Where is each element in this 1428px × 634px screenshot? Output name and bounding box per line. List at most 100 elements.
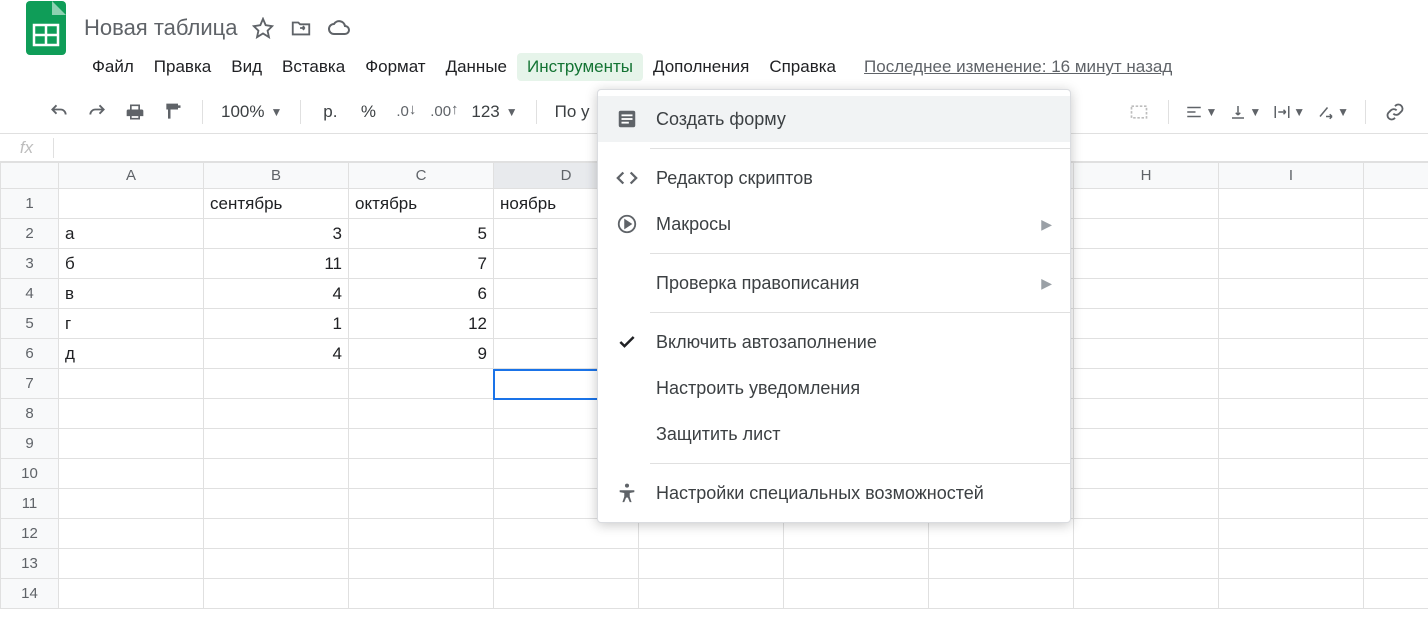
cell[interactable]: б [59,249,204,279]
cell[interactable] [1364,249,1428,279]
cell[interactable] [1074,399,1219,429]
cell[interactable] [349,369,494,399]
cell[interactable] [929,549,1074,579]
cell[interactable] [494,549,639,579]
cell[interactable] [639,579,784,609]
cell[interactable] [929,519,1074,549]
cell[interactable] [204,369,349,399]
cell[interactable] [1074,519,1219,549]
cell[interactable] [1219,579,1364,609]
menuitem-notifications[interactable]: Настроить уведомления [598,365,1070,411]
cell[interactable] [204,579,349,609]
rowhead[interactable]: 8 [1,399,59,429]
number-format-select[interactable]: 123▼ [465,102,523,122]
cell[interactable] [1219,339,1364,369]
cell[interactable]: 12 [349,309,494,339]
cell[interactable]: 4 [204,339,349,369]
cell[interactable] [1074,369,1219,399]
menu-view[interactable]: Вид [221,53,272,81]
cell[interactable]: 11 [204,249,349,279]
paint-format-button[interactable] [156,95,190,129]
vertical-align-button[interactable]: ▼ [1225,103,1265,121]
cell[interactable] [784,579,929,609]
cell[interactable] [1219,459,1364,489]
rowhead[interactable]: 10 [1,459,59,489]
cell[interactable] [349,399,494,429]
cell[interactable] [1219,369,1364,399]
menu-format[interactable]: Формат [355,53,435,81]
colhead-B[interactable]: B [204,163,349,189]
colhead-J[interactable] [1364,163,1428,189]
menuitem-spellcheck[interactable]: Проверка правописания ▶ [598,260,1070,306]
cell[interactable] [1364,189,1428,219]
colhead-H[interactable]: H [1074,163,1219,189]
menuitem-accessibility[interactable]: Настройки специальных возможностей [598,470,1070,516]
cell[interactable] [1219,249,1364,279]
cell[interactable] [59,399,204,429]
cell[interactable] [1364,489,1428,519]
font-select[interactable]: По у [549,102,596,122]
cell[interactable] [1364,399,1428,429]
cell[interactable]: 7 [349,249,494,279]
cell[interactable] [59,549,204,579]
cell[interactable] [1364,279,1428,309]
cell[interactable] [784,519,929,549]
rowhead[interactable]: 7 [1,369,59,399]
cell[interactable] [59,519,204,549]
print-button[interactable] [118,95,152,129]
currency-button[interactable]: р. [313,95,347,129]
rowhead[interactable]: 4 [1,279,59,309]
undo-button[interactable] [42,95,76,129]
cell[interactable]: 6 [349,279,494,309]
cell[interactable] [1074,279,1219,309]
rowhead[interactable]: 12 [1,519,59,549]
cell[interactable] [1074,429,1219,459]
rowhead[interactable]: 5 [1,309,59,339]
rowhead[interactable]: 13 [1,549,59,579]
menu-tools[interactable]: Инструменты [517,53,643,81]
cell[interactable] [1074,459,1219,489]
menu-help[interactable]: Справка [759,53,846,81]
cell[interactable] [1219,489,1364,519]
cell[interactable]: 3 [204,219,349,249]
cell[interactable] [204,429,349,459]
cell[interactable] [1074,249,1219,279]
rowhead[interactable]: 1 [1,189,59,219]
cell[interactable] [204,489,349,519]
cell[interactable]: 5 [349,219,494,249]
menu-data[interactable]: Данные [436,53,517,81]
cell[interactable] [1074,309,1219,339]
cell[interactable] [1074,579,1219,609]
cell[interactable] [1219,279,1364,309]
cell[interactable] [1219,429,1364,459]
cell[interactable] [1074,219,1219,249]
cell[interactable] [59,429,204,459]
cell[interactable] [349,549,494,579]
document-title[interactable]: Новая таблица [84,15,237,41]
cell[interactable] [1219,519,1364,549]
decrease-decimal-button[interactable]: .0↓ [389,95,423,129]
cell[interactable] [349,519,494,549]
cell[interactable] [204,519,349,549]
increase-decimal-button[interactable]: .00↑ [427,95,461,129]
menuitem-autocomplete[interactable]: Включить автозаполнение [598,319,1070,365]
cell[interactable] [1364,579,1428,609]
cell[interactable] [784,549,929,579]
rowhead[interactable]: 2 [1,219,59,249]
cell[interactable]: 1 [204,309,349,339]
star-icon[interactable] [251,16,275,40]
cell[interactable] [639,549,784,579]
rowhead[interactable]: 6 [1,339,59,369]
cell[interactable] [349,489,494,519]
menu-insert[interactable]: Вставка [272,53,355,81]
cell[interactable] [1364,429,1428,459]
rowhead[interactable]: 14 [1,579,59,609]
cell[interactable] [204,399,349,429]
cell[interactable] [1074,339,1219,369]
menuitem-create-form[interactable]: Создать форму [598,96,1070,142]
cell[interactable] [494,579,639,609]
cell[interactable] [1364,549,1428,579]
cell[interactable] [204,549,349,579]
cell[interactable] [1219,309,1364,339]
cell[interactable]: 9 [349,339,494,369]
